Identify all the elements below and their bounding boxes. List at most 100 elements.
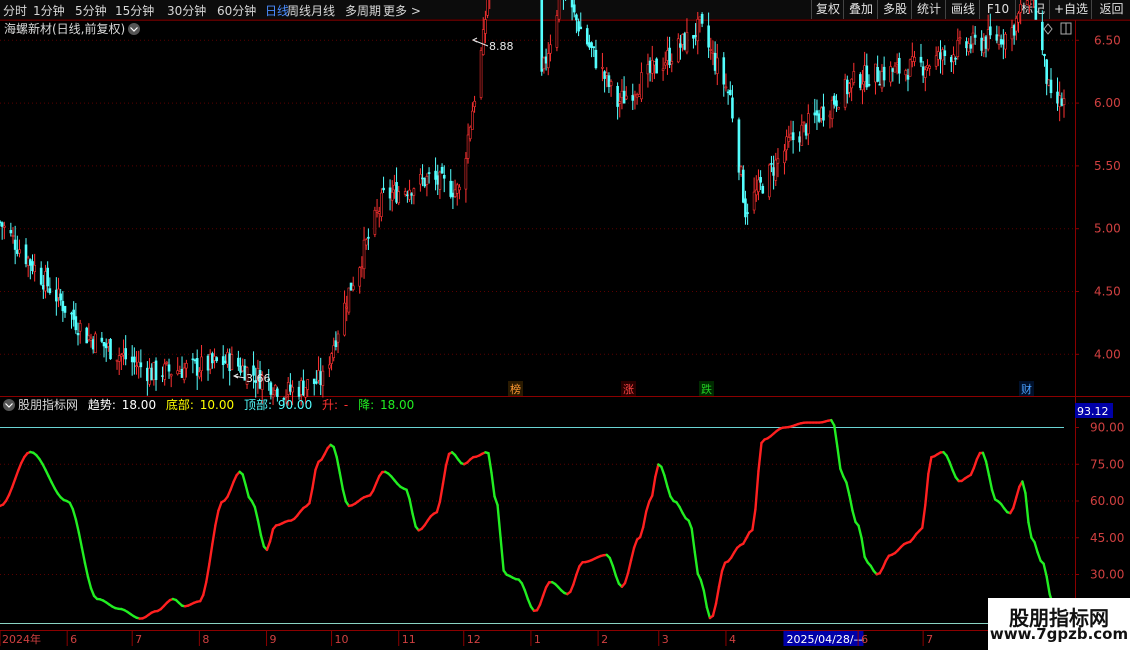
candle-body xyxy=(863,65,866,82)
x-axis-label: 7 xyxy=(135,633,142,646)
candle-body xyxy=(360,266,364,269)
candle-body xyxy=(317,370,320,381)
candle-body xyxy=(436,175,440,185)
candle-body xyxy=(668,47,671,66)
candle-body xyxy=(679,43,682,48)
marker-zhang[interactable]: 涨 xyxy=(623,383,634,396)
candle-body xyxy=(16,249,19,254)
indicator-segment xyxy=(1027,521,1033,539)
main-y-tick: 6.50 xyxy=(1094,33,1121,47)
candle-body xyxy=(139,362,143,368)
candle-body xyxy=(440,166,444,174)
candle-body xyxy=(830,99,834,120)
indicator-segment xyxy=(651,475,657,497)
indicator-legend: 股朋指标网 趋势: 18.00 底部: 10.00 顶部: 90.00 升: -… xyxy=(18,397,414,412)
candle-body xyxy=(215,357,219,362)
candle-body xyxy=(364,239,368,246)
candle-body xyxy=(828,114,832,118)
candle-body xyxy=(700,14,704,24)
candle-body xyxy=(852,71,856,83)
indicator-segment xyxy=(921,503,927,530)
indicator-segment xyxy=(341,487,348,503)
candle-body xyxy=(744,198,747,218)
main-title-dropdown-icon[interactable] xyxy=(128,23,140,35)
indicator-segment xyxy=(645,500,651,513)
candle-body xyxy=(984,36,988,49)
candle-body xyxy=(620,90,624,99)
candle-body xyxy=(330,353,333,364)
candle-body xyxy=(135,365,138,367)
candle-body xyxy=(785,136,788,151)
indicator-segment xyxy=(608,556,615,568)
indicator-segment xyxy=(751,508,757,532)
candle-body xyxy=(347,287,351,313)
candle-body xyxy=(557,0,561,20)
candle-body xyxy=(1049,79,1053,94)
rise-label: 升: xyxy=(322,398,338,412)
fall-label: 降: xyxy=(358,398,374,412)
indicator-segment xyxy=(860,536,866,559)
candle-body xyxy=(906,74,910,80)
candle-body xyxy=(603,71,606,79)
indicator-segment xyxy=(74,518,81,534)
indicator-dropdown-icon[interactable] xyxy=(3,399,15,411)
marker-die[interactable]: 跌 xyxy=(701,382,712,396)
candle-body xyxy=(423,178,427,187)
candle-body xyxy=(986,29,990,50)
candles xyxy=(0,0,1066,406)
trend-value: 18.00 xyxy=(122,398,156,412)
indicator-segment xyxy=(611,564,618,577)
candle-body xyxy=(546,53,550,69)
indicator-segment xyxy=(1012,496,1018,510)
candle-body xyxy=(817,113,821,122)
indicator-segment xyxy=(693,550,699,575)
marker-bang[interactable]: 榜 xyxy=(510,382,521,396)
candle-body xyxy=(577,21,580,32)
candle-body xyxy=(653,61,656,66)
candle-body xyxy=(178,371,182,374)
low-annotation: 3.66 xyxy=(232,372,271,385)
candle-body xyxy=(299,380,303,395)
candle-body xyxy=(555,15,559,48)
candle-body xyxy=(845,79,849,95)
candle-body xyxy=(321,370,325,386)
candle-body xyxy=(419,174,422,185)
top-value: 90.00 xyxy=(278,398,312,412)
indicator-y-tick: 30.00 xyxy=(1090,568,1124,582)
indicator-segment xyxy=(10,477,17,489)
indicator-segment xyxy=(438,482,445,503)
candle-body xyxy=(1060,98,1064,106)
indicator-segment xyxy=(80,546,87,565)
indicator-segment xyxy=(839,467,845,478)
indicator-segment xyxy=(720,561,727,573)
candle-body xyxy=(696,18,700,42)
candle-body xyxy=(57,288,60,298)
candle-body xyxy=(819,107,823,119)
candle-body xyxy=(635,94,639,98)
candle-body xyxy=(670,61,674,65)
candle-body xyxy=(130,356,134,363)
candle-body xyxy=(767,164,771,198)
indicator-segment xyxy=(526,597,533,608)
candle-body xyxy=(542,57,546,70)
candle-body xyxy=(1019,4,1022,13)
candle-body xyxy=(956,40,960,57)
candle-body xyxy=(575,14,578,21)
main-y-tick: 5.50 xyxy=(1094,159,1121,173)
indicator-segment xyxy=(638,525,645,539)
window-toggle-icon[interactable] xyxy=(1060,22,1072,35)
candle-body xyxy=(306,379,310,390)
candle-body xyxy=(893,65,897,73)
indicator-segment xyxy=(981,451,988,463)
marker-cai[interactable]: 财 xyxy=(1021,382,1032,396)
x-cursor-date: 2025/04/28/— xyxy=(786,633,864,646)
candle-body xyxy=(904,70,908,76)
indicator-segment xyxy=(83,561,90,579)
indicator-segment xyxy=(984,460,991,477)
candle-body xyxy=(579,26,583,30)
diamond-icon[interactable] xyxy=(1043,23,1053,35)
candle-body xyxy=(165,361,169,364)
candle-body xyxy=(328,364,331,369)
candle-body xyxy=(798,136,801,143)
indicator-segment xyxy=(13,469,20,481)
